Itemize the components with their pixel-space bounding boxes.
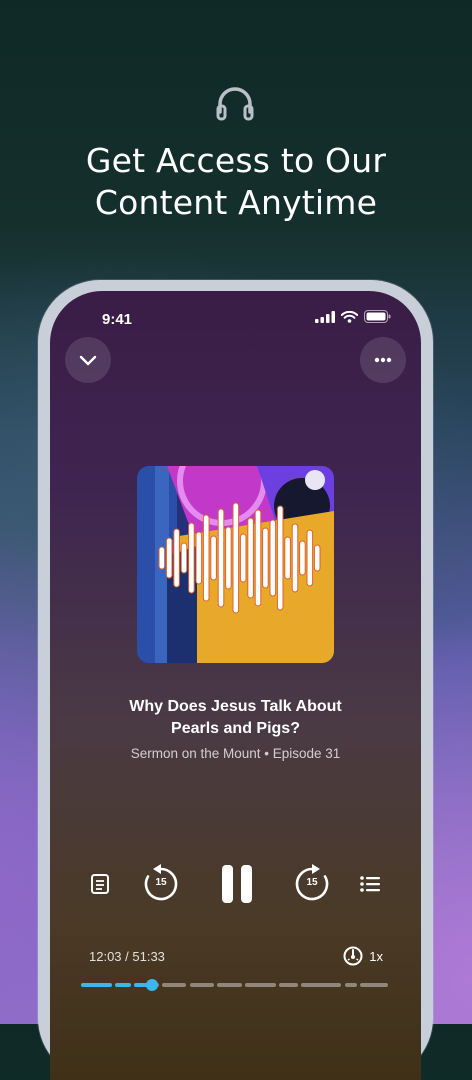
- playback-speed-label: 1x: [369, 948, 383, 964]
- progress-segment: [279, 983, 299, 987]
- page-title: Get Access to Our Content Anytime: [85, 141, 387, 222]
- progress-segment: [161, 983, 187, 987]
- skip-forward-button[interactable]: 15: [292, 864, 332, 904]
- progress-scrubber[interactable]: [146, 979, 159, 991]
- queue-button[interactable]: [357, 871, 383, 897]
- episode-title: Why Does Jesus Talk About Pearls and Pig…: [129, 698, 342, 737]
- progress-segment: [81, 983, 113, 987]
- transcript-icon: [91, 874, 109, 894]
- progress-segment: [301, 983, 342, 987]
- chevron-down-icon: [79, 355, 97, 366]
- battery-icon: [364, 310, 391, 323]
- progress-segment: [217, 983, 243, 987]
- skip-back-label: 15: [155, 877, 167, 888]
- progress-segment: [189, 983, 215, 987]
- wifi-icon: [341, 310, 358, 323]
- status-icons: [315, 310, 391, 323]
- pause-button[interactable]: [214, 861, 260, 907]
- playback-speed-button[interactable]: 1x: [343, 946, 383, 966]
- progress-bar[interactable]: [81, 979, 391, 991]
- skip-forward-label: 15: [306, 877, 318, 888]
- collapse-button[interactable]: [65, 337, 111, 383]
- episode-artwork: [137, 466, 334, 663]
- speedometer-icon: [343, 946, 363, 966]
- player-screen: 9:41 Why Does Jesus Talk About Pearls an…: [50, 291, 421, 1080]
- skip-back-button[interactable]: 15: [141, 864, 181, 904]
- pause-icon: [222, 865, 252, 903]
- phone-frame: 9:41 Why Does Jesus Talk About Pearls an…: [38, 280, 433, 1080]
- transcript-button[interactable]: [87, 871, 113, 897]
- list-icon: [360, 876, 380, 892]
- more-horizontal-icon: [374, 357, 392, 363]
- progress-segment: [344, 983, 357, 987]
- more-options-button[interactable]: [360, 337, 406, 383]
- headphones-icon: [216, 87, 254, 121]
- elapsed-time: 12:03 / 51:33: [89, 949, 165, 964]
- progress-segment: [360, 983, 388, 987]
- episode-subtitle: Sermon on the Mount • Episode 31: [130, 746, 341, 761]
- progress-segment: [115, 983, 131, 987]
- progress-segment: [245, 983, 277, 987]
- cellular-signal-icon: [315, 310, 335, 323]
- status-time: 9:41: [102, 311, 133, 328]
